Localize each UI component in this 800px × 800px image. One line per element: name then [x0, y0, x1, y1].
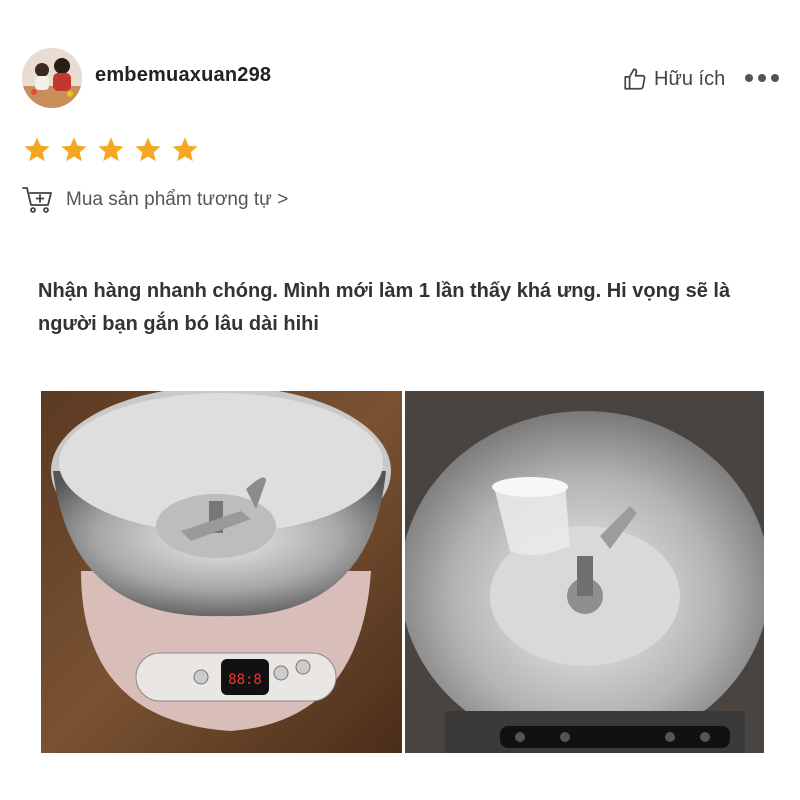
helpful-label: Hữu ích [654, 67, 726, 90]
star-icon [61, 137, 87, 162]
cart-plus-icon [22, 187, 52, 213]
buy-similar-link[interactable]: Mua sản phẩm tương tự > [22, 185, 288, 215]
more-options-button[interactable] [745, 74, 779, 82]
review-photo-image: 88:8 [41, 391, 402, 753]
star-icon [24, 137, 50, 162]
buy-similar-label: Mua sản phẩm tương tự > [66, 189, 289, 210]
review-text: Nhận hàng nhanh chóng. Mình mới làm 1 lầ… [38, 280, 731, 335]
more-options-icon [771, 74, 779, 82]
thumbs-up-icon [624, 68, 646, 90]
more-options-icon [758, 74, 766, 82]
avatar-image [22, 48, 82, 108]
more-options-icon [745, 74, 753, 82]
review-photo-1[interactable]: 88:8 [41, 391, 402, 753]
star-icon [135, 137, 161, 162]
star-icon [98, 137, 124, 162]
avatar[interactable] [22, 48, 82, 108]
svg-text:88:8: 88:8 [228, 672, 262, 688]
username: embemuaxuan298 [95, 64, 272, 86]
helpful-button[interactable]: Hữu ích [622, 66, 725, 92]
star-icon [172, 137, 198, 162]
review-photo-2[interactable] [405, 391, 764, 753]
review-photo-image [405, 391, 764, 753]
rating-stars [22, 135, 200, 165]
